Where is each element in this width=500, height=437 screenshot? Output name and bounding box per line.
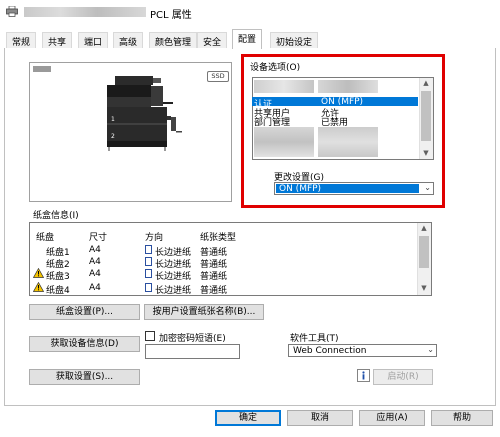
scroll-down-icon[interactable]: ▼: [417, 284, 431, 293]
printer-device-icon: 1 2: [107, 76, 182, 151]
svg-text:2: 2: [111, 133, 115, 140]
col-header-paper-type: 纸张类型: [200, 233, 237, 243]
paper-name-button[interactable]: 按用户设置纸张名称(B)...: [144, 304, 264, 320]
paper-direction-icon: [145, 245, 152, 254]
info-icon: [357, 369, 370, 382]
encrypt-checkbox[interactable]: [145, 331, 155, 341]
tray-name: 纸盘4: [46, 286, 70, 296]
tab-color-management[interactable]: 颜色管理: [149, 32, 198, 48]
tray-size: A4: [89, 283, 101, 293]
scroll-down-icon[interactable]: ▼: [419, 149, 433, 158]
col-header-tray: 纸盘: [36, 233, 55, 243]
list-redacted: [254, 80, 314, 93]
tray-type: 普通纸: [200, 272, 228, 282]
warning-icon: [33, 282, 44, 292]
software-tool-value: Web Connection: [293, 346, 367, 356]
scrollbar-thumb[interactable]: [419, 236, 429, 268]
change-setting-value: ON (MFP): [276, 184, 419, 194]
preview-redacted: [33, 66, 51, 72]
title-redacted: [24, 7, 146, 17]
ssd-icon: SSD: [207, 71, 229, 82]
paper-direction-icon: [145, 257, 152, 266]
col-header-direction: 方向: [145, 233, 164, 243]
tray-name: 纸盘3: [46, 272, 70, 282]
scrollbar-thumb[interactable]: [421, 91, 431, 141]
window-title: PCL 属性: [150, 10, 192, 21]
tab-initial-settings[interactable]: 初始设定: [270, 32, 319, 48]
scroll-up-icon[interactable]: ▲: [417, 224, 431, 233]
warning-icon: [33, 268, 44, 278]
software-tool-select[interactable]: Web Connection ⌄: [288, 344, 437, 357]
scroll-up-icon[interactable]: ▲: [419, 79, 433, 88]
device-options-label: 设备选项(O): [250, 63, 301, 73]
tray-direction: 长边进纸: [155, 286, 192, 296]
tab-sharing[interactable]: 共享: [42, 32, 73, 48]
col-header-size: 尺寸: [89, 233, 108, 243]
start-button[interactable]: 启动(R): [373, 369, 433, 385]
tab-security[interactable]: 安全: [197, 32, 228, 48]
tray-size: A4: [89, 257, 101, 267]
apply-button[interactable]: 应用(A): [359, 410, 425, 426]
help-button[interactable]: 帮助: [431, 410, 493, 426]
ok-button[interactable]: 确定: [215, 410, 281, 426]
encrypt-label: 加密密码短语(E): [159, 334, 226, 344]
acquire-device-info-button[interactable]: 获取设备信息(D): [29, 336, 140, 352]
list-redacted: [318, 80, 378, 93]
svg-text:1: 1: [111, 116, 115, 123]
acquire-settings-button[interactable]: 获取设置(S)...: [29, 369, 140, 385]
tab-configure[interactable]: 配置: [232, 29, 263, 49]
tray-size: A4: [89, 245, 101, 255]
printer-icon: [6, 6, 18, 17]
encrypt-passphrase-field[interactable]: [145, 344, 240, 359]
change-setting-select[interactable]: ON (MFP) ⌄: [274, 182, 434, 195]
tab-ports[interactable]: 端口: [78, 32, 109, 48]
chevron-down-icon: ⌄: [424, 183, 431, 192]
paper-direction-icon: [145, 283, 152, 292]
software-tool-label: 软件工具(T): [290, 334, 339, 344]
tray-size: A4: [89, 269, 101, 279]
tab-advanced[interactable]: 高级: [113, 32, 144, 48]
list-redacted: [318, 127, 378, 157]
tray-direction: 长边进纸: [155, 272, 192, 282]
tab-general[interactable]: 常规: [6, 32, 37, 48]
cancel-button[interactable]: 取消: [287, 410, 353, 426]
paper-direction-icon: [145, 269, 152, 278]
tray-type: 普通纸: [200, 286, 228, 296]
tray-settings-button[interactable]: 纸盒设置(P)...: [29, 304, 140, 320]
chevron-down-icon: ⌄: [427, 345, 434, 354]
tray-info-label: 纸盒信息(I): [33, 211, 79, 221]
list-redacted: [254, 127, 314, 157]
